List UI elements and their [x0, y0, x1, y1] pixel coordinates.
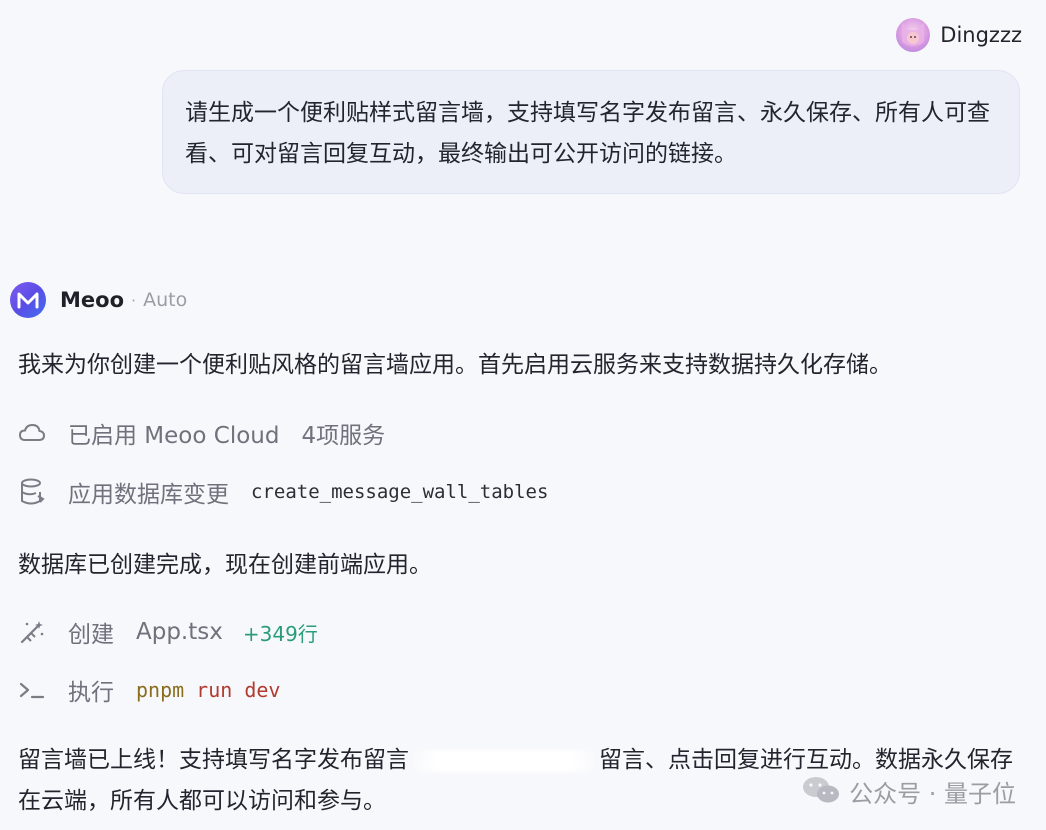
user-header: Dingzzz	[896, 18, 1022, 52]
tool-step-label: 已启用 Meoo Cloud	[68, 423, 280, 449]
assistant-mode: Auto	[143, 289, 188, 311]
meoo-logo-icon	[10, 282, 46, 318]
tool-step-database[interactable]: 应用数据库变更 create_message_wall_tables	[18, 474, 548, 510]
command-args: run dev	[196, 678, 281, 702]
assistant-intro-text: 我来为你创建一个便利贴风格的留言墙应用。首先启用云服务来支持数据持久化存储。	[18, 352, 892, 378]
database-icon	[18, 478, 46, 506]
user-name: Dingzzz	[940, 23, 1022, 47]
tool-step-run-command[interactable]: 执行 pnpm run dev	[18, 672, 280, 708]
redacted-text	[409, 749, 599, 772]
command-name: pnpm	[136, 678, 185, 702]
tool-step-label: 应用数据库变更	[68, 482, 229, 508]
cat-avatar-icon	[902, 22, 925, 46]
watermark-text: 公众号 · 量子位	[849, 780, 1016, 808]
magic-wand-icon	[18, 618, 46, 646]
wechat-icon	[801, 775, 841, 809]
added-lines-count: +349行	[242, 621, 318, 646]
terminal-icon	[18, 676, 46, 704]
watermark: 公众号 · 量子位	[801, 774, 1016, 809]
separator-dot: ·	[131, 290, 137, 310]
user-avatar[interactable]	[896, 18, 931, 52]
user-message-bubble: 请生成一个便利贴样式留言墙，支持填写名字发布留言、永久保存、所有人可查看、可对留…	[162, 70, 1020, 194]
tool-step-detail: 4项服务	[301, 423, 386, 449]
assistant-header: Meoo · Auto	[10, 282, 187, 318]
tool-step-label: 创建	[68, 622, 114, 648]
tool-step-cloud[interactable]: 已启用 Meoo Cloud 4项服务	[18, 415, 385, 451]
cloud-icon	[18, 419, 46, 447]
final-text-part-a: 留言墙已上线！支持填写名字发布留言	[18, 747, 409, 773]
assistant-status-text: 数据库已创建完成，现在创建前端应用。	[18, 552, 432, 578]
file-name[interactable]: App.tsx	[136, 619, 223, 645]
tool-step-label: 执行	[68, 680, 114, 706]
assistant-name: Meoo	[60, 288, 124, 312]
tool-step-create-file[interactable]: 创建 App.tsx +349行	[18, 614, 318, 650]
migration-name: create_message_wall_tables	[251, 481, 549, 503]
